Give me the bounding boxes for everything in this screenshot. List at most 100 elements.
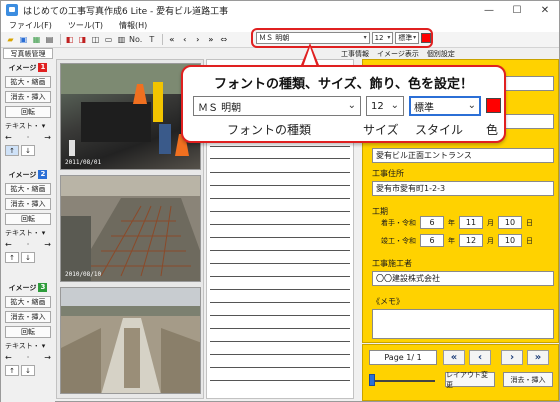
open-folder-icon[interactable]: ▰: [5, 34, 16, 45]
start-year-field[interactable]: 6: [420, 216, 444, 229]
rotate-button[interactable]: 回転: [5, 213, 51, 225]
font-type-caption: フォントの種類: [227, 123, 312, 137]
tab-construction-info[interactable]: 工事情報: [341, 49, 369, 59]
first-page-icon[interactable]: «: [166, 34, 177, 45]
rotate-button[interactable]: 回転: [5, 106, 51, 118]
note-line: [210, 224, 350, 225]
order-buttons: ↑ ↓: [5, 145, 51, 156]
note-line: [210, 354, 350, 355]
layout-change-button[interactable]: レイアウト変更: [445, 371, 495, 389]
tab-individual-settings[interactable]: 個別設定: [427, 49, 455, 59]
dropdown-icon[interactable]: ▾: [42, 342, 46, 350]
photo-2[interactable]: 2010/08/10: [60, 175, 201, 282]
move-up-icon[interactable]: ↑: [5, 365, 19, 376]
delete-insert-button[interactable]: 消去・挿入: [5, 91, 51, 103]
text-tool-icon[interactable]: T: [146, 34, 157, 45]
chevron-down-icon: ▾: [387, 34, 391, 41]
menu-tools[interactable]: ツール(T): [68, 20, 103, 31]
move-down-icon[interactable]: ↓: [21, 145, 35, 156]
callout-color-swatch[interactable]: [486, 98, 501, 113]
move-down-icon[interactable]: ↓: [21, 252, 35, 263]
move-right-icon[interactable]: →: [44, 353, 51, 363]
pdf-page-icon[interactable]: ◨: [77, 34, 88, 45]
rotate-button[interactable]: 回転: [5, 326, 51, 338]
tab-photo-management[interactable]: 写真帳管理: [3, 48, 53, 59]
zoom-slider-track[interactable]: [373, 380, 435, 382]
style-caption: スタイル: [415, 123, 464, 137]
font-color-swatch[interactable]: [421, 33, 431, 43]
minimize-button[interactable]: —: [475, 1, 503, 19]
end-month-field[interactable]: 12: [459, 234, 483, 247]
dropdown-icon[interactable]: ▾: [42, 122, 46, 130]
note-line: [210, 367, 350, 368]
building-name-field[interactable]: 愛有ビル正面エントランス: [372, 148, 554, 163]
start-month-field[interactable]: 11: [459, 216, 483, 229]
size-caption: サイズ: [363, 123, 399, 137]
move-up-icon[interactable]: ↑: [5, 145, 19, 156]
next-page-button[interactable]: ›: [501, 350, 523, 365]
resize-button[interactable]: 拡大・縮画: [5, 183, 51, 195]
delete-insert-page-button[interactable]: 消去・挿入: [503, 372, 553, 387]
photo-date: 2010/08/10: [65, 271, 102, 278]
menu-file[interactable]: ファイル(F): [9, 20, 52, 31]
last-page-icon[interactable]: »: [205, 34, 216, 45]
delete-insert-button[interactable]: 消去・挿入: [5, 311, 51, 323]
image-group-title: イメージ 3: [5, 282, 51, 293]
note-line: [210, 341, 350, 342]
prev-page-button[interactable]: ‹: [469, 350, 491, 365]
prev-page-icon[interactable]: ‹: [179, 34, 190, 45]
move-up-icon[interactable]: ↑: [5, 252, 19, 263]
photo-date: 2011/08/01: [65, 159, 102, 166]
font-size-select[interactable]: 12 ▾: [371, 32, 394, 44]
print-preview-icon[interactable]: ▤: [44, 34, 55, 45]
note-line: [210, 250, 350, 251]
fit-width-icon[interactable]: ⇔: [218, 34, 229, 45]
resize-button[interactable]: 拡大・縮画: [5, 296, 51, 308]
callout-font-style-select[interactable]: 標準 ⌄: [409, 96, 481, 116]
first-page-button[interactable]: «: [443, 350, 465, 365]
save-icon[interactable]: ▣: [18, 34, 29, 45]
memo-field[interactable]: [372, 309, 554, 339]
image-number-badge: 1: [38, 63, 48, 72]
move-down-icon[interactable]: ↓: [21, 365, 35, 376]
last-page-button[interactable]: »: [527, 350, 549, 365]
pdf-icon[interactable]: ◧: [64, 34, 75, 45]
address-field[interactable]: 愛有市愛有町1-2-3: [372, 181, 554, 196]
tab-image-display[interactable]: イメージ表示: [377, 49, 419, 59]
image-number-badge: 3: [38, 283, 48, 292]
move-left-icon[interactable]: ←: [5, 240, 12, 250]
maximize-button[interactable]: ☐: [503, 1, 531, 19]
format-icon[interactable]: ▥: [116, 34, 127, 45]
callout-font-size-select[interactable]: 12 ⌄: [366, 96, 404, 116]
photo-1[interactable]: 2011/08/01: [60, 63, 201, 170]
image-icon[interactable]: ▦: [31, 34, 42, 45]
menu-info[interactable]: 情報(H): [119, 20, 147, 31]
end-day-field[interactable]: 10: [498, 234, 522, 247]
text-label: テキスト・ ▾: [5, 228, 51, 238]
move-right-icon[interactable]: →: [44, 133, 51, 143]
next-page-icon[interactable]: ›: [192, 34, 203, 45]
font-style-select[interactable]: 標準 ▾: [395, 32, 420, 44]
delete-insert-button[interactable]: 消去・挿入: [5, 198, 51, 210]
resize-button[interactable]: 拡大・縮画: [5, 76, 51, 88]
day-unit: 日: [526, 218, 533, 227]
order-buttons: ↑ ↓: [5, 252, 51, 263]
dropdown-icon[interactable]: ▾: [42, 229, 46, 237]
image-group-2: イメージ 2 拡大・縮画 消去・挿入 回転 テキスト・ ▾ ← · → ↑ ↓: [5, 169, 51, 263]
callout-font-name-select[interactable]: ＭＳ 明朝 ⌄: [193, 96, 361, 116]
move-left-icon[interactable]: ←: [5, 353, 12, 363]
contractor-field[interactable]: 〇〇建設株式会社: [372, 271, 554, 286]
photo-3[interactable]: [60, 287, 201, 394]
end-year-field[interactable]: 6: [420, 234, 444, 247]
number-label[interactable]: No.: [129, 35, 142, 44]
day-unit: 日: [526, 236, 533, 245]
close-button[interactable]: ✕: [531, 1, 559, 19]
chevron-down-icon: ⌄: [390, 100, 399, 111]
move-left-icon[interactable]: ←: [5, 133, 12, 143]
print-icon[interactable]: ▭: [103, 34, 114, 45]
zoom-slider-thumb[interactable]: [369, 374, 375, 386]
text-label-text: テキスト・: [5, 342, 40, 350]
start-day-field[interactable]: 10: [498, 216, 522, 229]
preview-icon[interactable]: ◫: [90, 34, 101, 45]
move-right-icon[interactable]: →: [44, 240, 51, 250]
